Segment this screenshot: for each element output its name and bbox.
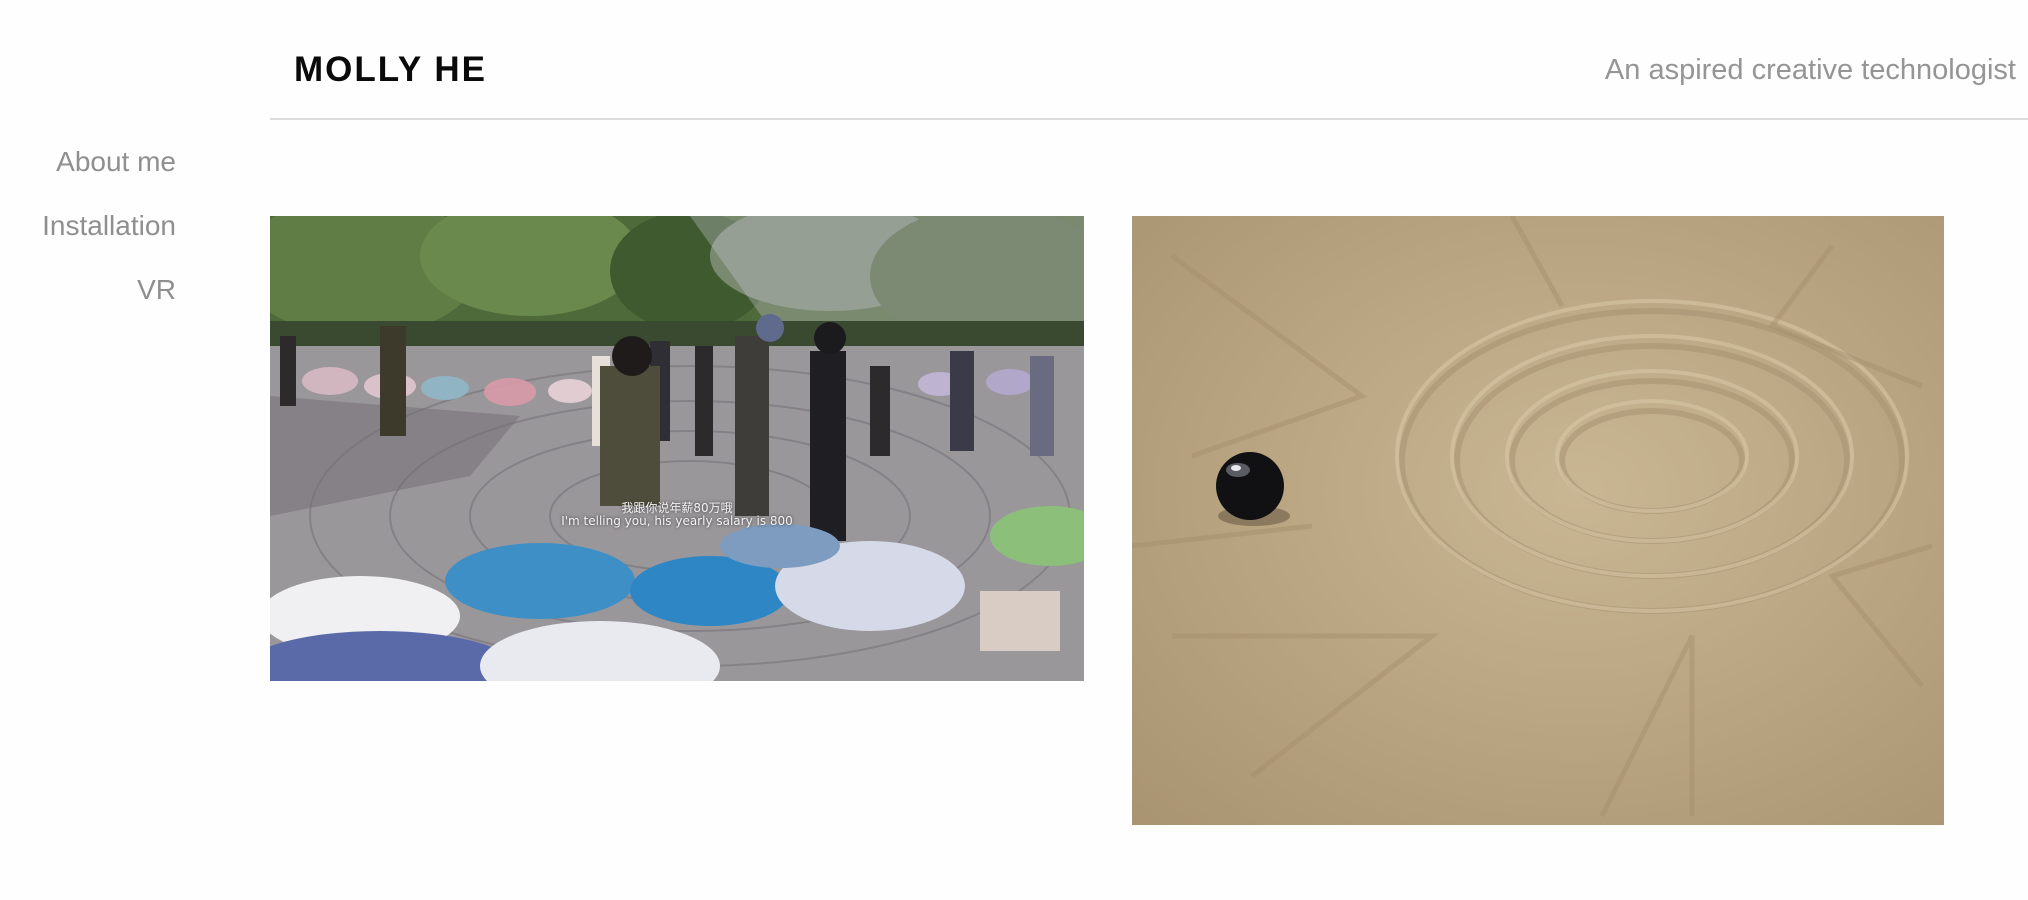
sidebar-nav: About me Installation VR <box>0 140 176 332</box>
site-tagline: An aspired creative technologist <box>1604 54 2016 86</box>
sand-ball-illustration <box>1132 216 1933 818</box>
park-crowd-illustration <box>270 216 1084 681</box>
nav-item-installation[interactable]: Installation <box>0 204 176 268</box>
gallery-photo-sand-ball[interactable] <box>1132 216 1944 825</box>
site-title-link[interactable]: MOLLY HE <box>294 50 487 90</box>
nav-item-about-me[interactable]: About me <box>0 140 176 204</box>
site-header: MOLLY HE An aspired creative technologis… <box>270 0 2028 120</box>
portfolio-page: MOLLY HE An aspired creative technologis… <box>0 0 2028 900</box>
gallery-photo-park-crowd[interactable]: 我跟你说年薪80万哦 I'm telling you, his yearly s… <box>270 216 1084 681</box>
nav-item-vr[interactable]: VR <box>0 268 176 332</box>
video-subtitle-english: I'm telling you, his yearly salary is 80… <box>561 514 793 528</box>
